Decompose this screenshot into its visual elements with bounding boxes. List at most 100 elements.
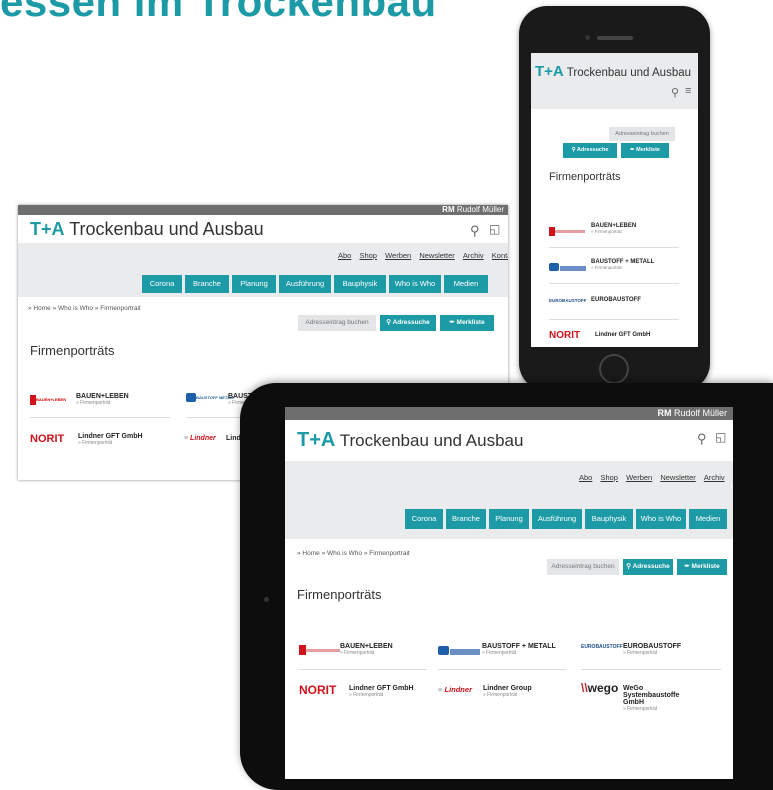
company-name: Lind bbox=[226, 435, 241, 442]
publisher-name: Rudolf Müller bbox=[673, 408, 727, 418]
divider bbox=[30, 417, 170, 418]
utility-link[interactable]: Kontakt bbox=[492, 251, 508, 260]
company-name: Lindner GFT GmbH bbox=[595, 332, 651, 338]
nav-branche[interactable]: Branche bbox=[185, 275, 229, 293]
utility-link[interactable]: Archiv bbox=[463, 251, 484, 260]
watchlist-button[interactable]: ✒ Merkliste bbox=[621, 143, 669, 158]
search-icon: ⚲ bbox=[626, 563, 631, 570]
nav-medien[interactable]: Medien bbox=[689, 509, 727, 529]
utility-link[interactable]: Shop bbox=[359, 251, 377, 260]
publisher-initials: RM bbox=[657, 408, 672, 418]
company-name: EUROBAUSTOFF bbox=[591, 297, 641, 303]
company-sub: » Firmenporträt bbox=[591, 229, 622, 234]
nav-ausfuehrung[interactable]: Ausführung bbox=[279, 275, 331, 293]
company-card[interactable]: Lindner Group » Firmenporträt bbox=[483, 685, 532, 698]
company-name: Lindner Group bbox=[483, 685, 532, 692]
publisher-initials: RM bbox=[442, 205, 455, 214]
search-icon: ⚲ bbox=[571, 147, 576, 153]
search-icon[interactable]: ⚲ bbox=[697, 431, 707, 447]
pin-icon: ✒ bbox=[630, 147, 635, 153]
company-card[interactable]: BAUEN+LEBEN » Firmenporträt bbox=[591, 223, 636, 234]
company-logo-bauen-leben bbox=[549, 227, 585, 245]
nav-branche[interactable]: Branche bbox=[446, 509, 486, 529]
utility-link[interactable]: Shop bbox=[600, 473, 618, 482]
phone-frame: T+A Trockenbau und Ausbau ⚲ ≡ Adresseint… bbox=[519, 6, 710, 391]
company-logo-bauen-leben bbox=[299, 645, 340, 663]
address-search-button[interactable]: ⚲ Adressuche bbox=[623, 559, 673, 575]
utility-link[interactable]: Abo bbox=[579, 473, 592, 482]
company-card[interactable]: BAUSTOFF + METALL » Firmenporträt bbox=[482, 643, 556, 656]
tablet-camera bbox=[264, 597, 269, 602]
utility-link[interactable]: Werben bbox=[385, 251, 411, 260]
address-search-button[interactable]: ⚲ Adressuche bbox=[563, 143, 617, 158]
company-card[interactable]: Lindner GFT GmbH » Firmenporträt bbox=[349, 685, 414, 698]
company-logo-bauen-leben: BAUEN+LEBEN bbox=[30, 395, 70, 405]
address-entry-button[interactable]: Adresseintrag buchen bbox=[547, 559, 619, 575]
company-logo-baustoff-metall bbox=[438, 642, 480, 660]
company-name: BAUSTOFF + METALL bbox=[482, 643, 556, 650]
watchlist-label: Merkliste bbox=[691, 563, 720, 570]
company-name: Lindner GFT GmbH bbox=[78, 433, 143, 440]
nav-planung[interactable]: Planung bbox=[232, 275, 276, 293]
nav-corona[interactable]: Corona bbox=[405, 509, 443, 529]
utility-link[interactable]: Archiv bbox=[704, 473, 725, 482]
company-card[interactable]: BAUEN+LEBEN » Firmenporträt bbox=[76, 393, 129, 406]
lock-icon[interactable]: ◱ bbox=[489, 222, 500, 236]
breadcrumb: » Home » Who is Who » Firmenportrait bbox=[28, 305, 141, 312]
divider bbox=[299, 669, 427, 670]
address-search-label: Adressuche bbox=[576, 147, 609, 153]
site-brand[interactable]: T+A Trockenbau und Ausbau bbox=[535, 63, 691, 80]
utility-link[interactable]: Werben bbox=[626, 473, 652, 482]
company-sub: » Firmenporträt bbox=[482, 650, 517, 656]
search-icon[interactable]: ⚲ bbox=[671, 86, 679, 99]
company-card[interactable]: Lindner GFT GmbH » Firmenporträt bbox=[78, 433, 143, 446]
company-logo-baustoff-metall: BAUSTOFF METALL bbox=[186, 393, 235, 405]
page-headline: essen im Trockenbau bbox=[0, 0, 437, 25]
utility-link[interactable]: Abo bbox=[338, 251, 351, 260]
lock-icon[interactable]: ◱ bbox=[715, 430, 726, 444]
brand-logo: T+A bbox=[297, 429, 336, 451]
site-brand[interactable]: T+A Trockenbau und Ausbau bbox=[30, 219, 264, 240]
watchlist-button[interactable]: ✒ Merkliste bbox=[677, 559, 727, 575]
search-icon[interactable]: ⚲ bbox=[470, 223, 480, 239]
company-card[interactable]: EUROBAUSTOFF bbox=[591, 297, 641, 303]
company-sub: » Firmenporträt bbox=[78, 440, 113, 446]
brand-logo: T+A bbox=[535, 63, 564, 80]
company-card[interactable]: WeGo Systembaustoffe GmbH » Firmenporträ… bbox=[623, 685, 693, 712]
company-card[interactable]: BAUEN+LEBEN » Firmenporträt bbox=[340, 643, 393, 656]
site-brand[interactable]: T+A Trockenbau und Ausbau bbox=[297, 429, 523, 452]
phone-home-button[interactable] bbox=[599, 354, 629, 384]
company-card[interactable]: Lindner GFT GmbH bbox=[595, 332, 650, 338]
company-card[interactable]: BAUSTOFF + METALL » Firmenporträt bbox=[591, 259, 654, 270]
publisher-name: Rudolf Müller bbox=[456, 205, 504, 214]
nav-who-is-who[interactable]: Who is Who bbox=[389, 275, 441, 293]
utility-link[interactable]: Newsletter bbox=[660, 473, 695, 482]
company-name: BAUEN+LEBEN bbox=[340, 643, 393, 650]
section-title: Firmenporträts bbox=[549, 171, 621, 183]
company-sub: » Firmenporträt bbox=[483, 692, 518, 698]
utility-link[interactable]: Newsletter bbox=[419, 251, 454, 260]
nav-medien[interactable]: Medien bbox=[444, 275, 488, 293]
pin-icon: ✒ bbox=[449, 319, 455, 326]
phone-header-band bbox=[531, 53, 698, 109]
nav-bauphysik[interactable]: Bauphysik bbox=[334, 275, 386, 293]
phone-earpiece bbox=[597, 36, 633, 40]
main-nav: Corona Branche Planung Ausführung Bauphy… bbox=[405, 509, 727, 529]
address-entry-button[interactable]: Adresseintrag buchen bbox=[298, 315, 376, 331]
nav-corona[interactable]: Corona bbox=[142, 275, 182, 293]
company-card-partial[interactable]: Lind bbox=[226, 435, 241, 442]
nav-planung[interactable]: Planung bbox=[489, 509, 529, 529]
menu-icon[interactable]: ≡ bbox=[685, 85, 691, 97]
nav-who-is-who[interactable]: Who is Who bbox=[636, 509, 686, 529]
company-logo-norit: NORIT bbox=[299, 683, 337, 697]
nav-bauphysik[interactable]: Bauphysik bbox=[585, 509, 633, 529]
nav-ausfuehrung[interactable]: Ausführung bbox=[532, 509, 582, 529]
brand-name: Trockenbau und Ausbau bbox=[339, 431, 524, 450]
company-name: Lindner GFT GmbH bbox=[349, 685, 414, 692]
phone-site: T+A Trockenbau und Ausbau ⚲ ≡ Adresseint… bbox=[531, 53, 698, 347]
divider bbox=[438, 669, 566, 670]
watchlist-button[interactable]: ✒ Merkliste bbox=[440, 315, 494, 331]
address-search-button[interactable]: ⚲ Adressuche bbox=[380, 315, 436, 331]
address-entry-button[interactable]: Adresseintrag buchen bbox=[609, 127, 675, 141]
company-card[interactable]: EUROBAUSTOFF » Firmenporträt bbox=[623, 643, 681, 656]
